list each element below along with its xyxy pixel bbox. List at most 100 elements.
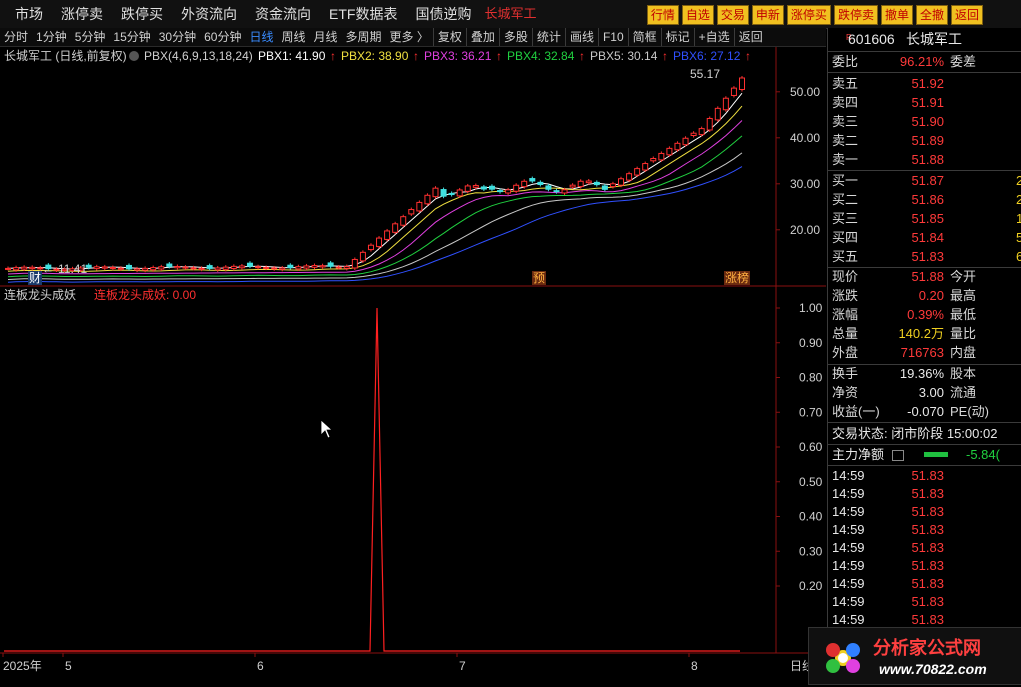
candle-body: [174, 266, 181, 269]
stat-label: 涨幅: [832, 307, 859, 322]
menu-item-3[interactable]: 外资流向: [172, 0, 246, 28]
bid-row-4[interactable]: 买四 51.84 5: [832, 229, 1021, 247]
dropdown-icon[interactable]: [129, 51, 139, 61]
tool-button-4[interactable]: 画线: [564, 28, 598, 46]
price-tick-label: 20.00: [790, 223, 820, 237]
legend-pbx2: PBX2: 38.90: [341, 49, 409, 63]
menu-item-1[interactable]: 涨停卖: [52, 0, 112, 28]
period-tab-0[interactable]: 分时: [0, 28, 32, 46]
x-axis-label: 2025年: [3, 659, 42, 673]
bid-row-1[interactable]: 买一 51.87 2: [832, 172, 1021, 190]
period-tab-9[interactable]: 多周期: [342, 28, 386, 46]
period-tab-2[interactable]: 5分钟: [71, 28, 110, 46]
tick-row: 14:59 51.83: [832, 485, 1021, 503]
bid-price: 51.83: [911, 249, 944, 264]
ask-row-1[interactable]: 卖五 51.92: [832, 75, 1021, 93]
legend-pbx1: PBX1: 41.90: [258, 49, 326, 63]
quick-button-3[interactable]: 申新: [751, 5, 784, 25]
sub-tick-label: 0.60: [799, 440, 823, 454]
low-price-label: 11.41: [58, 262, 87, 276]
up-arrow-icon: ↑: [330, 49, 336, 63]
period-tab-8[interactable]: 月线: [310, 28, 342, 46]
ask-row-5[interactable]: 卖一 51.88: [832, 151, 1021, 169]
tool-button-5[interactable]: F10: [597, 28, 628, 46]
candle-body: [464, 185, 471, 192]
divider: [828, 444, 1021, 445]
bid-row-5[interactable]: 买五 51.83 6: [832, 248, 1021, 266]
menu-item-4[interactable]: 资金流向: [246, 0, 320, 28]
sub-chart-value: 连板龙头成妖: 0.00: [94, 287, 196, 302]
divider: [828, 465, 1021, 466]
ask-price: 51.92: [911, 76, 944, 91]
stat-label: 现价: [832, 269, 859, 284]
ask-row-2[interactable]: 卖四 51.91: [832, 94, 1021, 112]
bid-row-2[interactable]: 买二 51.86 2: [832, 191, 1021, 209]
ask-label: 卖二: [832, 133, 859, 148]
menu-item-2[interactable]: 跌停买: [112, 0, 172, 28]
chart-area[interactable]: 长城军工 (日线,前复权) PBX(4,6,9,13,18,24) PBX1: 41…: [0, 47, 826, 684]
candle-body: [222, 266, 229, 270]
legend-pbx6: PBX6: 27.12: [673, 49, 741, 63]
candle-body: [448, 192, 455, 196]
stat-row-0: 现价 51.88 今开: [832, 268, 1021, 286]
candle-body: [440, 189, 447, 197]
period-tab-3[interactable]: 15分钟: [109, 28, 154, 46]
main-net-row[interactable]: 主力净额 -5.84(: [832, 446, 1021, 464]
bid-row-3[interactable]: 买三 51.85 1: [832, 210, 1021, 228]
quick-button-2[interactable]: 交易: [716, 5, 749, 25]
period-tab-6[interactable]: 日线: [245, 28, 277, 46]
candle-body: [569, 184, 576, 188]
quick-button-5[interactable]: 跌停卖: [833, 5, 878, 25]
candle-body: [101, 266, 108, 269]
period-tab-5[interactable]: 60分钟: [200, 28, 245, 46]
tick-row: 14:59 51.83: [832, 521, 1021, 539]
quick-button-8[interactable]: 返回: [950, 5, 983, 25]
wei-cha-label: 委差: [950, 54, 977, 69]
tool-button-0[interactable]: 复权: [432, 28, 466, 46]
tick-time: 14:59: [832, 576, 865, 591]
menu-item-6[interactable]: 国债逆购: [406, 0, 480, 28]
ask-row-4[interactable]: 卖二 51.89: [832, 132, 1021, 150]
tool-button-1[interactable]: 叠加: [465, 28, 499, 46]
period-tab-10[interactable]: 更多 〉: [386, 28, 433, 46]
candle-body: [13, 267, 20, 271]
stock-header[interactable]: R 601606 长城军工: [832, 30, 1021, 48]
candle-body: [545, 185, 552, 190]
quick-button-4[interactable]: 涨停买: [786, 5, 831, 25]
menu-item-0[interactable]: 市场: [6, 0, 52, 28]
stock-code: 601606: [848, 31, 895, 47]
stat-row-2: 涨幅 0.39% 最低: [832, 306, 1021, 324]
up-arrow-icon: ↑: [579, 49, 585, 63]
list-icon[interactable]: [892, 450, 904, 461]
menu-item-5[interactable]: ETF数据表: [320, 0, 406, 28]
tool-button-6[interactable]: 简框: [627, 28, 661, 46]
tool-button-8[interactable]: +自选: [693, 28, 734, 46]
ask-label: 卖四: [832, 95, 859, 110]
stat-right-label: 最低: [950, 307, 977, 322]
net-bar: [924, 452, 948, 457]
quick-button-1[interactable]: 自选: [681, 5, 714, 25]
tick-price: 51.83: [911, 468, 944, 483]
bid-volume: 2: [1016, 173, 1021, 188]
quick-button-0[interactable]: 行情: [646, 5, 679, 25]
candle-body: [166, 263, 173, 267]
quick-button-7[interactable]: 全撤: [915, 5, 948, 25]
sub-tick-label: 0.50: [799, 475, 823, 489]
stat-label: 涨跌: [832, 288, 859, 303]
tool-button-7[interactable]: 标记: [660, 28, 694, 46]
tool-button-2[interactable]: 多股: [498, 28, 532, 46]
tool-button-3[interactable]: 统计: [531, 28, 565, 46]
quick-button-6[interactable]: 撤单: [880, 5, 913, 25]
candle-body: [109, 266, 116, 269]
stat2-right-label: 股本: [950, 366, 977, 381]
tool-button-9[interactable]: 返回: [733, 28, 767, 46]
ask-row-3[interactable]: 卖三 51.90: [832, 113, 1021, 131]
period-tab-7[interactable]: 周线: [277, 28, 309, 46]
candle-body: [125, 264, 132, 270]
menu-stock-name[interactable]: 长城军工: [480, 0, 540, 28]
candle-body: [327, 262, 334, 267]
period-tab-1[interactable]: 1分钟: [32, 28, 71, 46]
candle-body: [263, 266, 270, 269]
period-tab-4[interactable]: 30分钟: [155, 28, 200, 46]
candle-body: [666, 147, 673, 156]
